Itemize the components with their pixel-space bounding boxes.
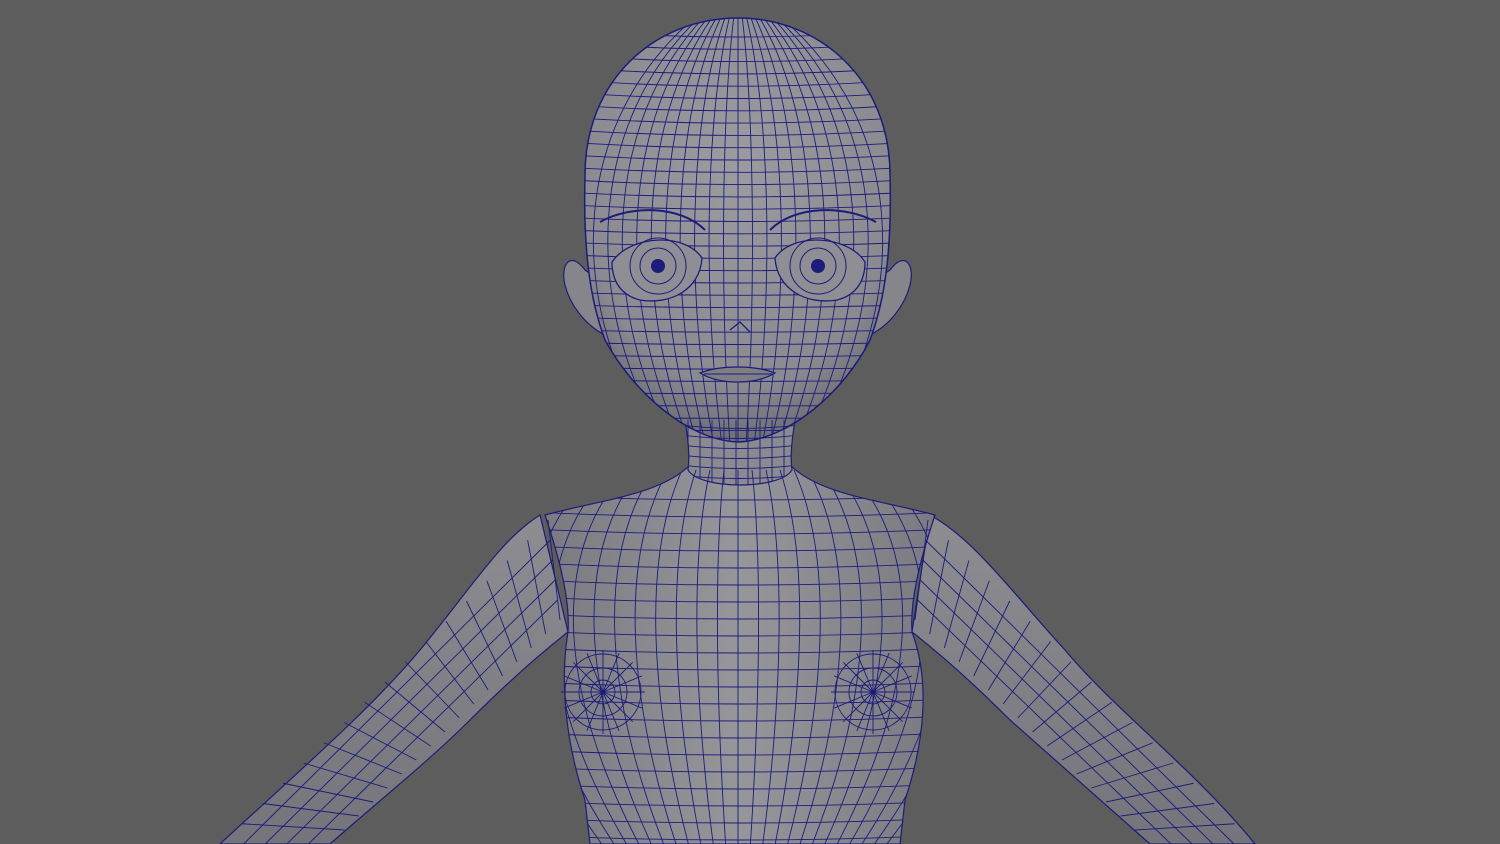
left-arm[interactable] xyxy=(219,514,569,844)
wireframe-character-model[interactable] xyxy=(0,0,1500,844)
right-arm[interactable] xyxy=(911,514,1256,844)
3d-viewport[interactable] xyxy=(0,0,1500,844)
